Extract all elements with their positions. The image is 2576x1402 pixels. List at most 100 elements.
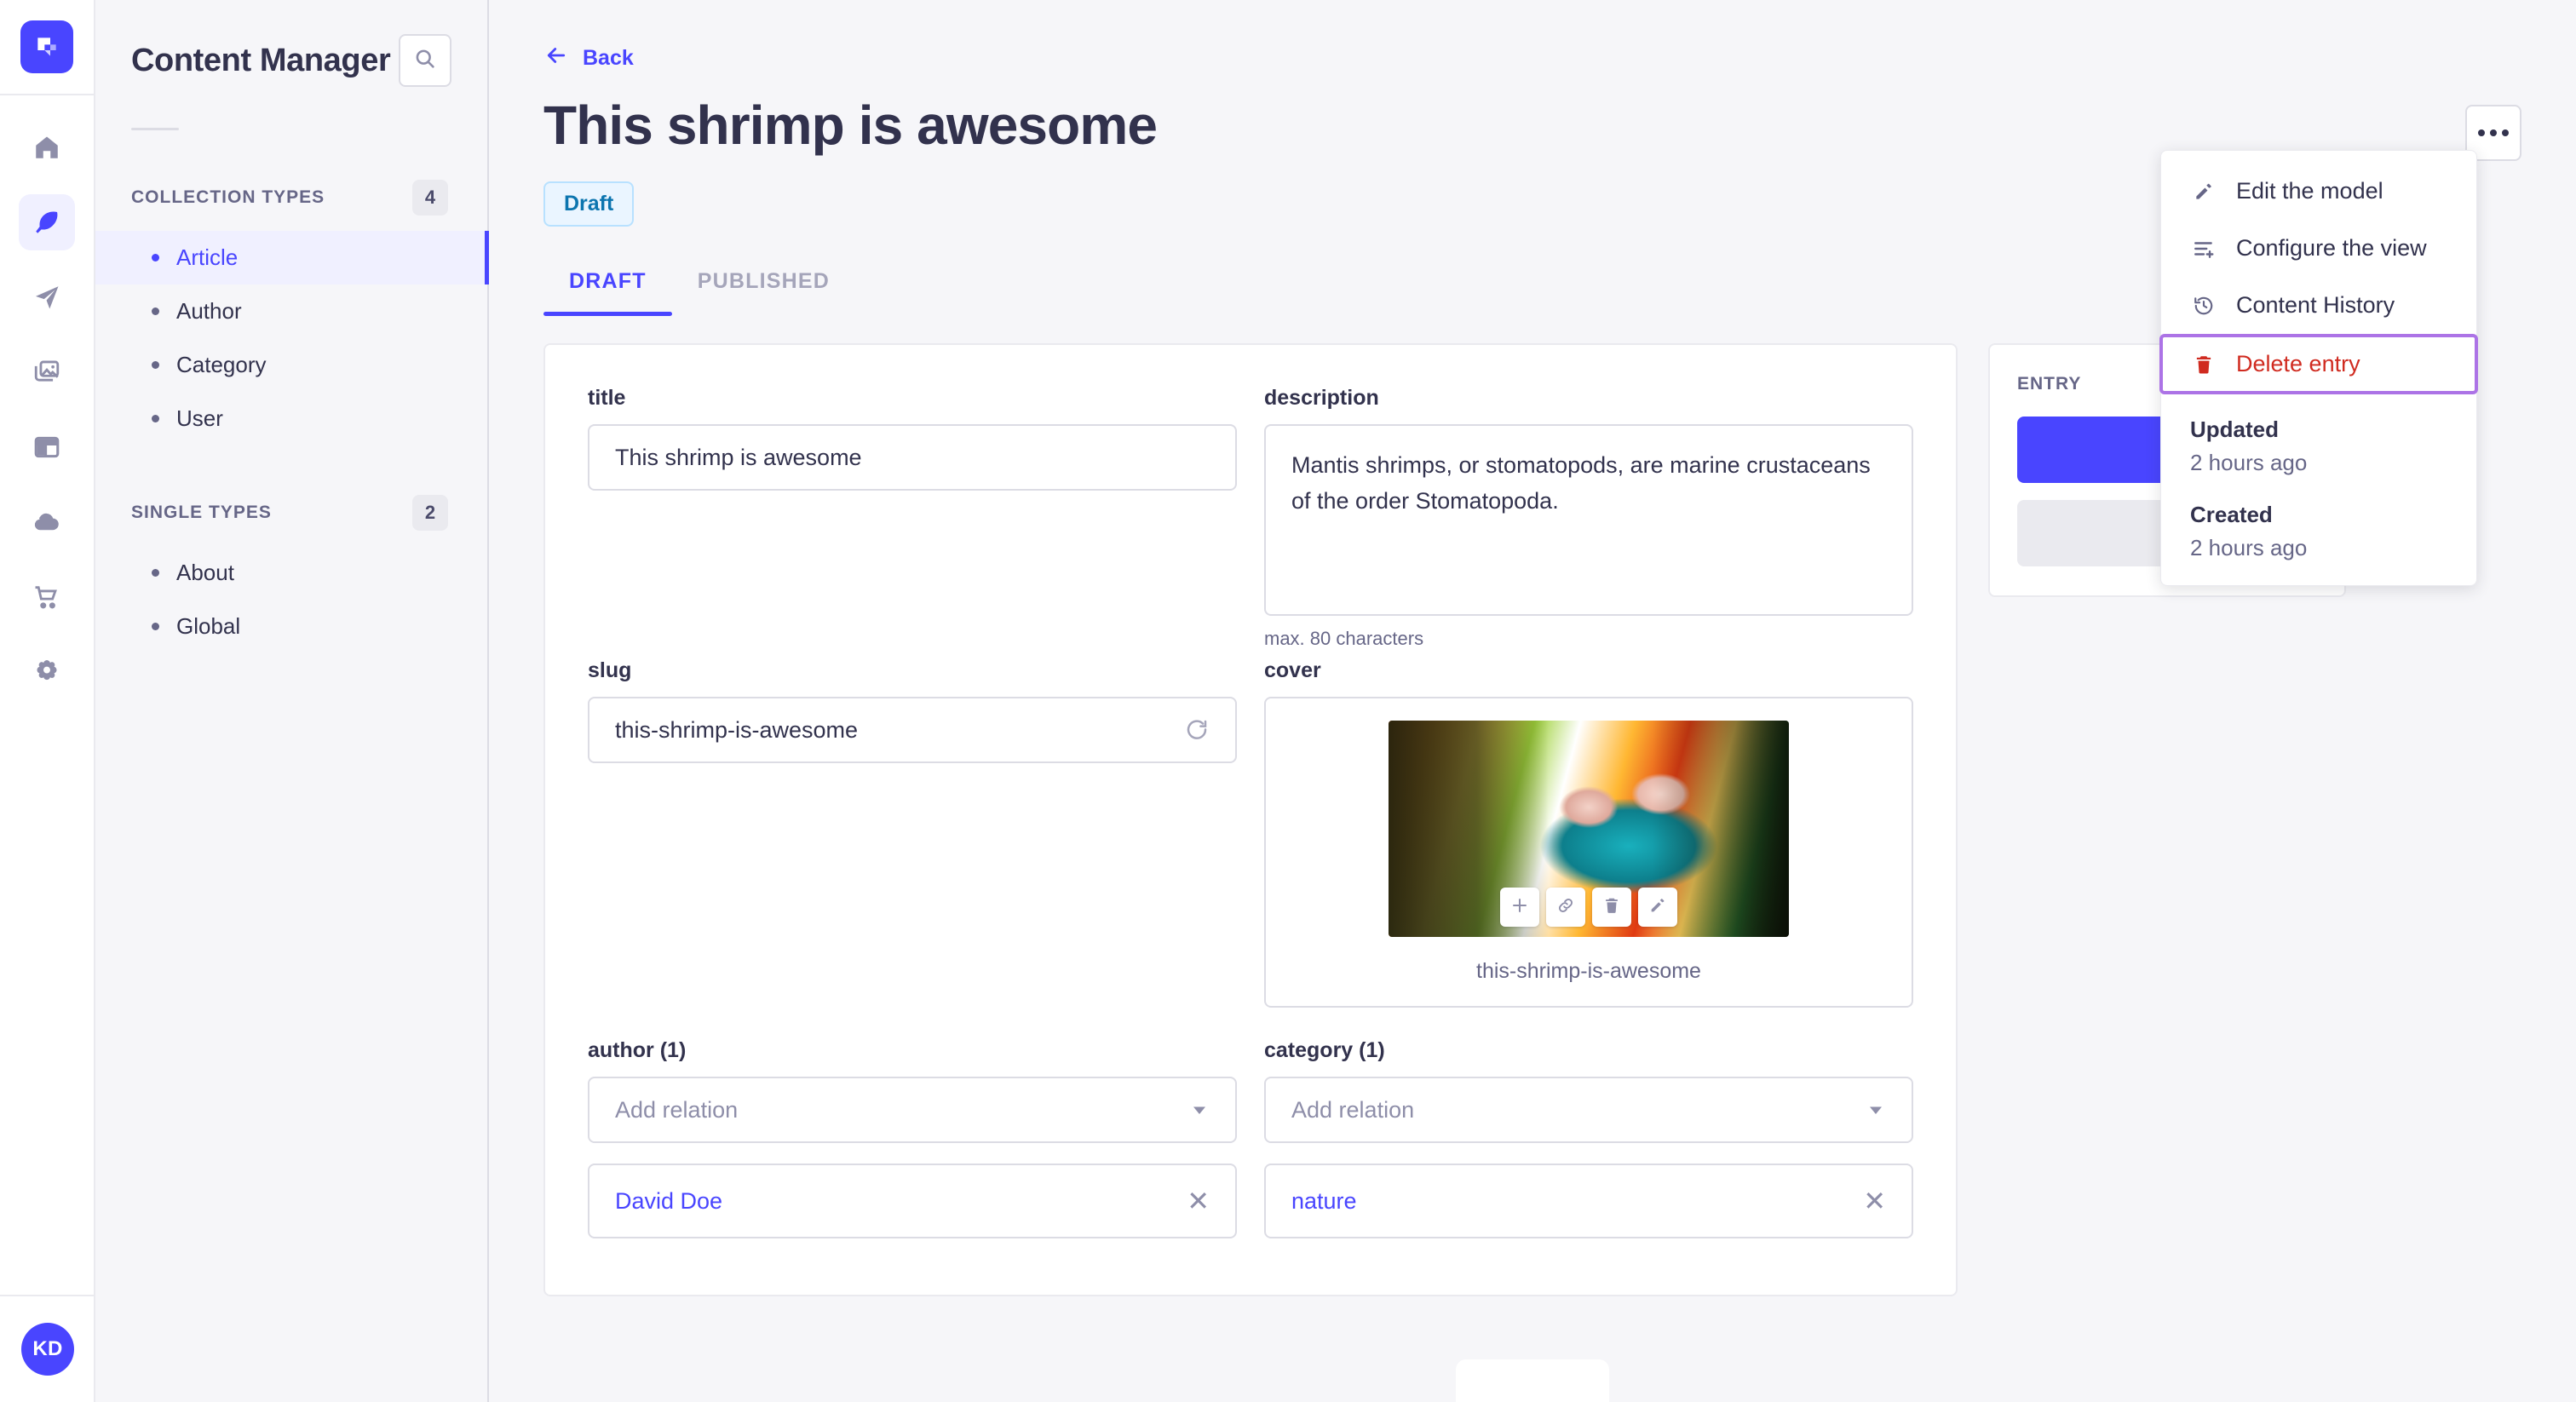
- back-link[interactable]: Back: [543, 43, 634, 74]
- sidebar-item-user[interactable]: User: [95, 392, 487, 445]
- rail-item-cloud[interactable]: [19, 494, 75, 550]
- search-button[interactable]: [399, 34, 451, 87]
- cover-caption: this-shrimp-is-awesome: [1476, 959, 1701, 983]
- sidebar-item-label: Global: [176, 613, 241, 639]
- media-library-icon: [32, 358, 61, 387]
- chevron-down-icon[interactable]: [1189, 1100, 1210, 1120]
- sidebar-item-global[interactable]: Global: [95, 600, 487, 653]
- history-clock-icon: [2190, 295, 2217, 317]
- category-relation-item: nature ✕: [1264, 1164, 1913, 1238]
- menu-item-content-history[interactable]: Content History: [2161, 277, 2476, 334]
- updated-value: 2 hours ago: [2190, 450, 2308, 475]
- title-value: This shrimp is awesome: [615, 444, 862, 470]
- slug-label: slug: [588, 658, 632, 682]
- avatar[interactable]: KD: [21, 1323, 74, 1376]
- collection-types-label: COLLECTION TYPES: [131, 187, 325, 207]
- category-relation-select[interactable]: Add relation: [1264, 1077, 1913, 1143]
- form-grid-row-1: title This shrimp is awesome description…: [588, 386, 1913, 658]
- field-cover: cover this-shrimp-is-awesome: [1264, 658, 1913, 1008]
- dropdown-info-created: Created 2 hours ago: [2161, 485, 2476, 573]
- close-icon[interactable]: ✕: [1863, 1187, 1886, 1215]
- entry-form-card: title This shrimp is awesome description…: [543, 343, 1958, 1296]
- shopping-cart-icon: [32, 583, 61, 612]
- single-types-label: SINGLE TYPES: [131, 503, 272, 522]
- logo-area: [0, 0, 94, 95]
- add-asset-button[interactable]: [1500, 888, 1539, 927]
- menu-item-edit-the-model[interactable]: Edit the model: [2161, 163, 2476, 220]
- tab-published[interactable]: PUBLISHED: [672, 269, 855, 316]
- sidebar-item-category[interactable]: Category: [95, 338, 487, 392]
- field-description: description Mantis shrimps, or stomatopo…: [1264, 386, 1913, 650]
- title-label: title: [588, 386, 626, 410]
- sidebar-item-label: About: [176, 560, 234, 585]
- author-relation-name[interactable]: David Doe: [615, 1188, 722, 1215]
- layout-icon: [32, 433, 61, 462]
- collection-types-list: Article Author Category User: [95, 231, 489, 445]
- delete-asset-button[interactable]: [1592, 888, 1631, 927]
- rail-item-settings[interactable]: [19, 644, 75, 700]
- sidebar-item-about[interactable]: About: [95, 546, 487, 600]
- sidebar-item-author[interactable]: Author: [95, 284, 487, 338]
- status-badge: Draft: [543, 181, 635, 227]
- trash-icon: [2190, 353, 2217, 376]
- created-label: Created: [2190, 502, 2273, 527]
- rail-item-content-type-builder[interactable]: [19, 419, 75, 475]
- cover-label: cover: [1264, 658, 1321, 682]
- menu-item-configure-the-view[interactable]: Configure the view: [2161, 220, 2476, 277]
- rail-item-media-library[interactable]: [19, 344, 75, 400]
- rail-item-marketplace[interactable]: [19, 569, 75, 625]
- form-grid-row-3: author (1) Add relation David Doe ✕ cate…: [588, 1038, 1913, 1247]
- gear-icon: [32, 658, 61, 687]
- back-label: Back: [583, 46, 634, 70]
- plus-icon: [1509, 895, 1530, 920]
- rail-item-releases[interactable]: [19, 269, 75, 325]
- feather-icon: [32, 208, 61, 237]
- author-relation-item: David Doe ✕: [588, 1164, 1237, 1238]
- field-author: author (1) Add relation David Doe ✕: [588, 1038, 1237, 1238]
- sidebar-title: Content Manager: [131, 42, 391, 78]
- refresh-icon[interactable]: [1184, 717, 1210, 743]
- single-types-header: SINGLE TYPES 2: [95, 445, 487, 531]
- cloud-icon: [32, 508, 61, 537]
- slug-input[interactable]: this-shrimp-is-awesome: [588, 697, 1237, 763]
- author-relation-select[interactable]: Add relation: [588, 1077, 1237, 1143]
- edit-asset-button[interactable]: [1638, 888, 1677, 927]
- copy-link-button[interactable]: [1546, 888, 1585, 927]
- app-root: KD Content Manager COLLECTION TYPES 4 Ar: [0, 0, 2576, 1402]
- sidebar-header: Content Manager: [95, 0, 487, 87]
- description-label: description: [1264, 386, 1379, 410]
- tab-draft[interactable]: DRAFT: [543, 269, 672, 316]
- bullet-icon: [152, 415, 159, 422]
- close-icon[interactable]: ✕: [1187, 1187, 1210, 1215]
- cover-actions: [1500, 888, 1677, 927]
- page-title: This shrimp is awesome: [543, 95, 1158, 156]
- form-grid-row-2: slug this-shrimp-is-awesome cover this-s…: [588, 658, 1913, 1016]
- paper-plane-icon: [32, 283, 61, 312]
- bullet-icon: [152, 569, 159, 577]
- cover-box: this-shrimp-is-awesome: [1264, 697, 1913, 1008]
- link-icon: [1556, 896, 1575, 919]
- field-title: title This shrimp is awesome: [588, 386, 1237, 650]
- menu-item-label: Edit the model: [2236, 178, 2383, 204]
- slug-value: this-shrimp-is-awesome: [615, 716, 859, 743]
- icon-rail: KD: [0, 0, 95, 1402]
- category-relation-name[interactable]: nature: [1291, 1188, 1357, 1215]
- author-placeholder: Add relation: [615, 1096, 739, 1123]
- rail-nav: [19, 119, 75, 700]
- description-textarea[interactable]: Mantis shrimps, or stomatopods, are mari…: [1264, 424, 1913, 616]
- sidebar-item-article[interactable]: Article: [95, 231, 489, 284]
- title-input[interactable]: This shrimp is awesome: [588, 424, 1237, 491]
- field-slug: slug this-shrimp-is-awesome: [588, 658, 1237, 1008]
- collection-types-count: 4: [412, 180, 448, 215]
- cover-image[interactable]: [1389, 721, 1789, 937]
- rail-item-home[interactable]: [19, 119, 75, 175]
- chevron-down-icon[interactable]: [1866, 1100, 1886, 1120]
- menu-item-delete-entry[interactable]: Delete entry: [2159, 334, 2478, 394]
- rail-item-content-manager[interactable]: [19, 194, 75, 250]
- strapi-logo-icon[interactable]: [20, 20, 73, 73]
- sidebar-item-label: User: [176, 405, 223, 431]
- content-manager-sidebar: Content Manager COLLECTION TYPES 4 Artic…: [95, 0, 489, 1402]
- description-hint: max. 80 characters: [1264, 628, 1424, 649]
